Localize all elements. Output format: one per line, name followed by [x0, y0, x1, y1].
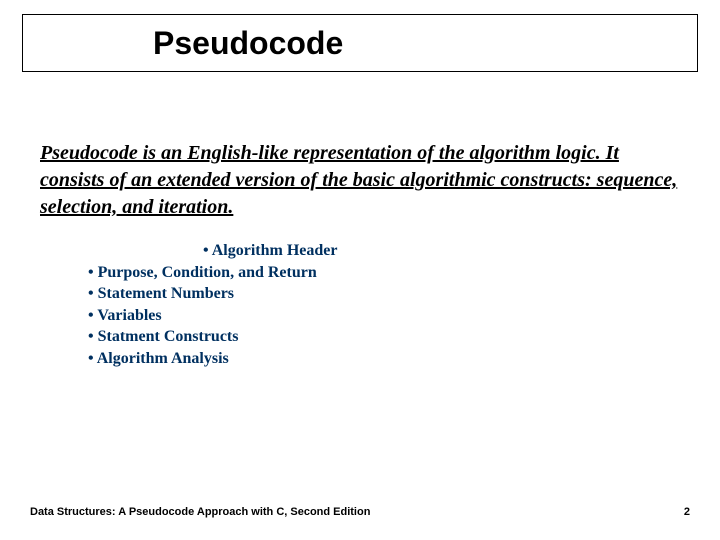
slide-title: Pseudocode	[153, 25, 343, 62]
bullet-item: • Algorithm Analysis	[88, 348, 648, 370]
bullet-item: • Purpose, Condition, and Return	[88, 262, 648, 284]
bullet-text: Statment Constructs	[98, 328, 239, 345]
bullet-text: Purpose, Condition, and Return	[98, 264, 317, 281]
bullet-item: • Algorithm Header	[88, 240, 648, 262]
page-number: 2	[684, 506, 690, 518]
bullet-item: • Statement Numbers	[88, 283, 648, 305]
bullet-item: • Statment Constructs	[88, 326, 648, 348]
bullet-text: Statement Numbers	[98, 285, 234, 302]
bullet-text: Algorithm Header	[212, 242, 338, 259]
footer-source: Data Structures: A Pseudocode Approach w…	[30, 506, 370, 518]
bullet-text: Variables	[97, 307, 161, 324]
bullet-item: • Variables	[88, 305, 648, 327]
bullet-text: Algorithm Analysis	[97, 350, 229, 367]
title-box: Pseudocode	[22, 14, 698, 72]
slide: Pseudocode Pseudocode is an English-like…	[0, 0, 720, 540]
intro-paragraph: Pseudocode is an English-like representa…	[40, 140, 680, 221]
bullet-list: • Algorithm Header • Purpose, Condition,…	[88, 240, 648, 370]
